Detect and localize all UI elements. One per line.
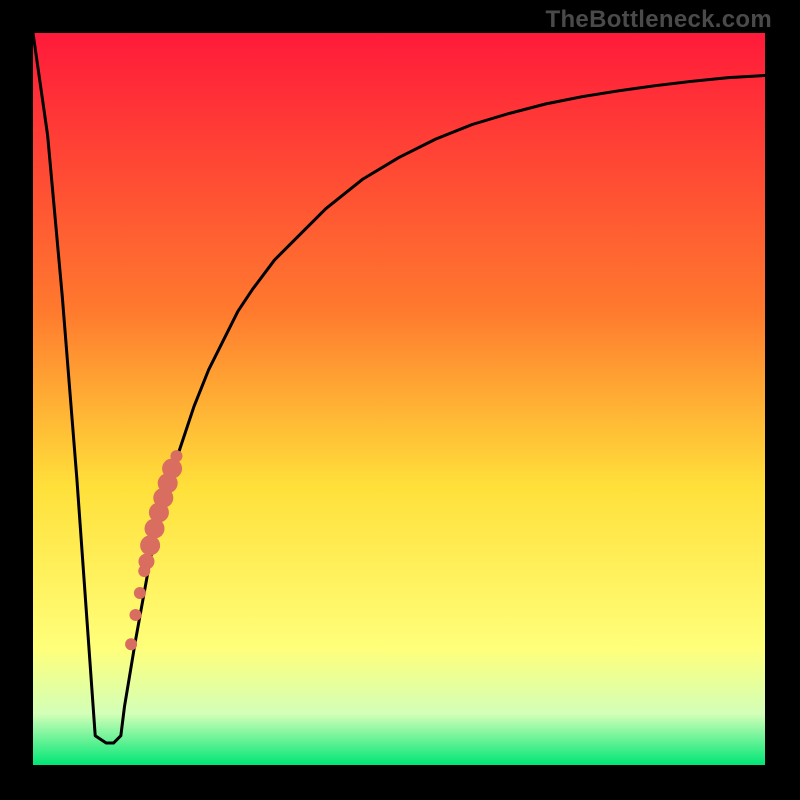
- plot-area: [33, 33, 765, 765]
- highlight-marker: [145, 519, 165, 539]
- highlight-marker: [140, 535, 160, 555]
- highlight-marker: [129, 609, 141, 621]
- chart-frame: TheBottleneck.com: [0, 0, 800, 800]
- highlight-marker: [125, 638, 137, 650]
- chart-svg: [33, 33, 765, 765]
- gradient-background: [33, 33, 765, 765]
- highlight-marker: [134, 587, 146, 599]
- watermark-text: TheBottleneck.com: [546, 6, 772, 34]
- highlight-marker: [138, 565, 150, 577]
